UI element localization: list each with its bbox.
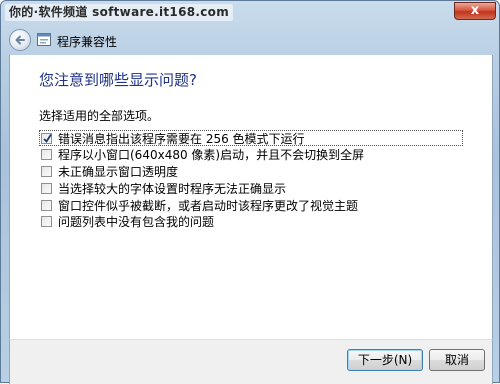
checkbox[interactable] <box>41 216 52 228</box>
close-button[interactable]: x <box>454 2 496 20</box>
window-title: 程序兼容性 <box>57 35 118 49</box>
navigation-bar: 程序兼容性 <box>1 27 500 55</box>
option-transparency[interactable]: 未正确显示窗口透明度 <box>39 164 463 180</box>
cancel-button[interactable]: 取消 <box>429 349 485 371</box>
option-large-fonts[interactable]: 当选择较大的字体设置时程序无法正确显示 <box>39 180 463 196</box>
option-label: 程序以小窗口(640x480 像素)启动，并且不会切换到全屏 <box>58 148 365 163</box>
back-button[interactable] <box>9 29 31 51</box>
option-not-listed[interactable]: 问题列表中没有包含我的问题 <box>39 214 463 230</box>
checkmark-icon <box>43 133 52 143</box>
checkbox[interactable] <box>41 166 52 178</box>
option-small-window[interactable]: 程序以小窗口(640x480 像素)启动，并且不会切换到全屏 <box>39 147 463 163</box>
title-bar: 你的·软件频道 software.it168.com x <box>1 1 500 25</box>
content-area: 您注意到哪些显示问题? 选择适用的全部选项。 错误消息指出该程序需要在 256 … <box>9 55 493 384</box>
checkbox[interactable] <box>41 132 52 144</box>
checkbox[interactable] <box>41 199 52 211</box>
option-label: 问题列表中没有包含我的问题 <box>58 215 215 230</box>
option-label: 窗口控件似乎被截断，或者启动时该程序更改了视觉主题 <box>58 198 359 213</box>
option-label: 当选择较大的字体设置时程序无法正确显示 <box>58 181 287 196</box>
option-truncated-controls[interactable]: 窗口控件似乎被截断，或者启动时该程序更改了视觉主题 <box>39 197 463 213</box>
option-label: 错误消息指出该程序需要在 256 色模式下运行 <box>58 131 305 146</box>
instruction-text: 选择适用的全部选项。 <box>39 109 160 123</box>
checkbox[interactable] <box>41 149 52 161</box>
program-compatibility-icon <box>37 33 51 46</box>
window-frame: 你的·软件频道 software.it168.com x 程序兼容性 您注意到哪… <box>0 0 500 384</box>
next-button[interactable]: 下一步(N) <box>347 349 423 371</box>
option-256-color[interactable]: 错误消息指出该程序需要在 256 色模式下运行 <box>39 130 463 146</box>
back-arrow-icon <box>15 35 25 45</box>
page-heading: 您注意到哪些显示问题? <box>39 71 197 89</box>
button-bar: 下一步(N) 取消 <box>9 339 493 384</box>
watermark-text: 你的·软件频道 software.it168.com <box>5 4 233 21</box>
checkbox[interactable] <box>41 182 52 194</box>
option-label: 未正确显示窗口透明度 <box>58 165 179 180</box>
options-list: 错误消息指出该程序需要在 256 色模式下运行 程序以小窗口(640x480 像… <box>39 130 463 231</box>
